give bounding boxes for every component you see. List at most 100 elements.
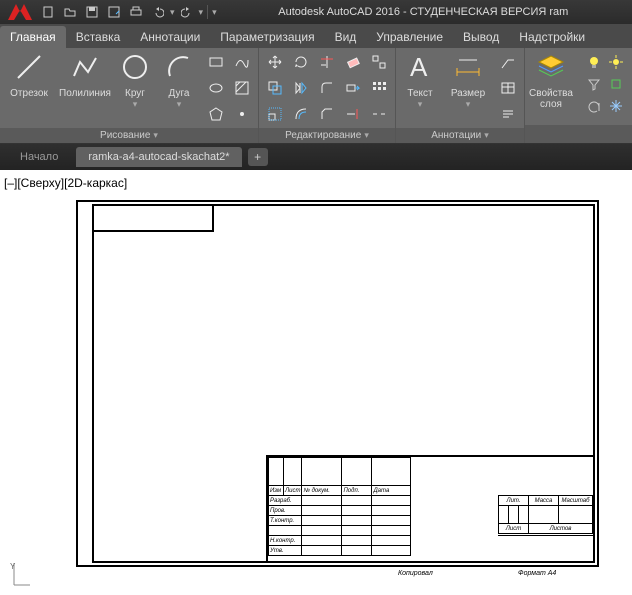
array-icon[interactable]	[367, 76, 391, 100]
erase-icon[interactable]	[341, 50, 365, 74]
rotate-icon[interactable]	[289, 50, 313, 74]
file-tabs: Начало ramka-a4-autocad-skachat2* +	[0, 144, 632, 170]
layer-properties-button[interactable]: Свойства слоя	[527, 50, 575, 110]
explode-icon[interactable]	[367, 50, 391, 74]
tb-utv: Утв.	[269, 546, 302, 556]
panel-layer-label	[525, 125, 632, 143]
tb-data: Дата	[372, 486, 411, 496]
move-icon[interactable]	[263, 50, 287, 74]
arc-icon	[162, 50, 196, 84]
title-block: ИзмЛист№ докум.Подп.Дата Разраб. Пров. Т…	[266, 455, 593, 561]
panel-draw-label[interactable]: Рисование▾	[0, 128, 258, 143]
fillet-icon[interactable]	[315, 76, 339, 100]
layer-freeze-icon[interactable]	[607, 97, 625, 115]
offset-icon[interactable]	[289, 102, 313, 126]
svg-text:A: A	[410, 52, 428, 82]
svg-text:Y: Y	[10, 562, 16, 571]
panel-draw: Отрезок Полилиния Круг ▾ Дуга ▾	[0, 48, 259, 143]
window-title: Autodesk AutoCAD 2016 - СТУДЕНЧЕСКАЯ ВЕР…	[219, 6, 628, 18]
point-icon[interactable]	[230, 102, 254, 126]
tab-home[interactable]: Главная	[0, 26, 66, 48]
top-left-box	[94, 206, 214, 232]
open-icon[interactable]	[60, 3, 80, 21]
quick-access-toolbar: ▾ ▾ ▾ Autodesk AutoCAD 2016 - СТУДЕНЧЕСК…	[0, 0, 632, 24]
circle-icon	[118, 50, 152, 84]
polyline-icon	[68, 50, 102, 84]
tab-output[interactable]: Вывод	[453, 26, 509, 48]
redo-icon[interactable]	[177, 3, 197, 21]
tab-addins[interactable]: Надстройки	[509, 26, 595, 48]
hatch-icon[interactable]	[230, 76, 254, 100]
ellipse-icon[interactable]	[204, 76, 228, 100]
file-tab-start[interactable]: Начало	[8, 147, 70, 167]
tab-insert[interactable]: Вставка	[66, 26, 131, 48]
scale-icon[interactable]	[263, 102, 287, 126]
panel-annot-label[interactable]: Аннотации▾	[396, 128, 524, 143]
tb-izm: Изм	[269, 486, 284, 496]
polyline-button[interactable]: Полилиния	[60, 50, 110, 99]
chevron-down-icon: ▾	[177, 99, 182, 110]
autocad-logo-icon[interactable]	[4, 1, 36, 23]
dimension-button[interactable]: Размер ▾	[446, 50, 490, 110]
inner-frame: ИзмЛист№ докум.Подп.Дата Разраб. Пров. Т…	[94, 206, 593, 561]
viewport-label[interactable]: [–][Сверху][2D-каркас]	[4, 176, 127, 190]
tb-list2: Лист	[499, 524, 529, 534]
file-tab-active[interactable]: ramka-a4-autocad-skachat2*	[76, 147, 241, 167]
tab-parametric[interactable]: Параметризация	[210, 26, 324, 48]
panel-modify-label[interactable]: Редактирование▾	[259, 128, 395, 143]
text-button[interactable]: A Текст ▾	[400, 50, 440, 110]
extend-icon[interactable]	[341, 102, 365, 126]
line-button[interactable]: Отрезок	[4, 50, 54, 99]
layer-iso-icon[interactable]	[607, 75, 625, 93]
layer-prev-icon[interactable]	[585, 97, 603, 115]
panel-annot: A Текст ▾ Размер ▾ Аннотации▾	[396, 48, 525, 143]
leader-icon[interactable]	[496, 50, 520, 74]
qat-more-icon[interactable]: ▾	[212, 7, 217, 18]
add-tab-button[interactable]: +	[248, 148, 268, 166]
tb-prov: Пров.	[269, 506, 302, 516]
undo-icon[interactable]	[148, 3, 168, 21]
new-icon[interactable]	[38, 3, 58, 21]
break-icon[interactable]	[367, 102, 391, 126]
tb-nkontr: Н.контр.	[269, 536, 302, 546]
tb-list: Лист	[284, 486, 302, 496]
saveas-icon[interactable]	[104, 3, 124, 21]
ribbon: Отрезок Полилиния Круг ▾ Дуга ▾	[0, 48, 632, 144]
trim-icon[interactable]	[315, 50, 339, 74]
tb-podp: Подп.	[342, 486, 372, 496]
arc-button[interactable]: Дуга ▾	[160, 50, 198, 110]
mtext-icon[interactable]	[496, 102, 520, 126]
drawing-frame: ИзмЛист№ докум.Подп.Дата Разраб. Пров. Т…	[76, 200, 599, 567]
tb-docnum: № докум.	[302, 486, 342, 496]
ribbon-tabs: Главная Вставка Аннотации Параметризация…	[0, 24, 632, 48]
tab-view[interactable]: Вид	[325, 26, 367, 48]
dimension-icon	[451, 50, 485, 84]
tb-razrab: Разраб.	[269, 496, 302, 506]
mirror-icon[interactable]	[289, 76, 313, 100]
tab-manage[interactable]: Управление	[366, 26, 453, 48]
tb-lit: Лит.	[499, 496, 529, 506]
redo-dropdown-icon[interactable]: ▾	[199, 7, 204, 18]
drawing-canvas[interactable]: [–][Сверху][2D-каркас] ИзмЛист№ докум.По…	[0, 170, 632, 595]
stretch-icon[interactable]	[341, 76, 365, 100]
copy-icon[interactable]	[263, 76, 287, 100]
tab-annotations[interactable]: Аннотации	[130, 26, 210, 48]
layer-filter-icon[interactable]	[585, 75, 603, 93]
tb-massa: Масса	[529, 496, 559, 506]
table-icon[interactable]	[496, 76, 520, 100]
chamfer-icon[interactable]	[315, 102, 339, 126]
lightbulb-icon[interactable]	[585, 53, 603, 71]
ucs-icon: Y	[8, 561, 32, 589]
rectangle-icon[interactable]	[204, 50, 228, 74]
tb-masshtab: Масштаб	[559, 496, 593, 506]
plot-icon[interactable]	[126, 3, 146, 21]
undo-dropdown-icon[interactable]: ▾	[170, 7, 175, 18]
panel-layer: Свойства слоя	[525, 48, 632, 143]
sun-icon[interactable]	[607, 53, 625, 71]
circle-button[interactable]: Круг ▾	[116, 50, 154, 110]
polygon-icon[interactable]	[204, 102, 228, 126]
chevron-down-icon: ▾	[418, 99, 423, 110]
save-icon[interactable]	[82, 3, 102, 21]
chevron-down-icon: ▾	[133, 99, 138, 110]
spline-icon[interactable]	[230, 50, 254, 74]
